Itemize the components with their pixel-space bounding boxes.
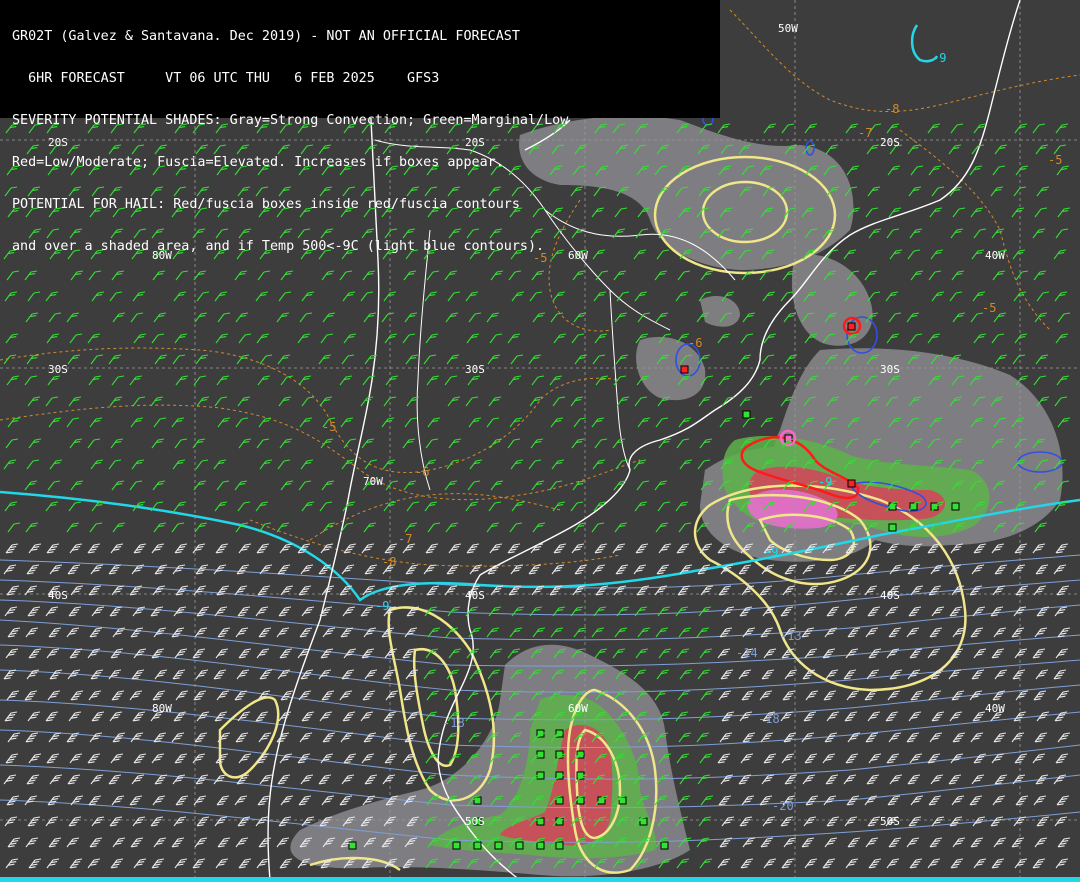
- temp-label: -5: [1048, 153, 1062, 167]
- lat-label-30s-center: 30S: [465, 363, 485, 376]
- temp-label: -9: [932, 51, 946, 65]
- lon-label-40w-north: 40W: [985, 249, 1005, 262]
- lat-label-50s-center: 50S: [465, 815, 485, 828]
- bottom-edge-bar: [0, 877, 1080, 882]
- lon-label-60w-south: 60W: [568, 702, 588, 715]
- header-line-colors: Red=Low/Moderate; Fuscia=Elevated. Incre…: [12, 156, 504, 170]
- temp-label: -18: [443, 716, 465, 730]
- lon-label-50w: 50W: [778, 22, 798, 35]
- temp-label: -20: [772, 799, 794, 813]
- temp-label: -6: [415, 465, 429, 479]
- lat-label-40s-center: 40S: [465, 589, 485, 602]
- temp-label: -7: [398, 532, 412, 546]
- temp-label: -9: [818, 475, 832, 489]
- lat-label-30s-east: 30S: [880, 363, 900, 376]
- temp-label: -8: [885, 102, 899, 116]
- header-line-severity: SEVERITY POTENTIAL SHADES: Gray=Strong C…: [12, 114, 569, 128]
- temp-label: -9: [375, 599, 389, 613]
- lon-label-80w-south: 80W: [152, 702, 172, 715]
- temp-label: -8: [382, 555, 396, 569]
- header-line-hail: POTENTIAL FOR HAIL: Red/fuscia boxes ins…: [12, 198, 520, 212]
- temp-label: -7: [858, 126, 872, 140]
- lat-label-50s-east: 50S: [880, 815, 900, 828]
- temp-label: -6: [688, 336, 702, 350]
- header-line-temp: and over a shaded area, and if Temp 500<…: [12, 240, 545, 254]
- temp-label: -9: [764, 545, 778, 559]
- temp-label: -13: [780, 629, 802, 643]
- lat-label-40s-west: 40S: [48, 589, 68, 602]
- temp-label: -5: [982, 301, 996, 315]
- forecast-header: GR02T (Galvez & Santavana. Dec 2019) - N…: [0, 0, 720, 254]
- header-line-title: GR02T (Galvez & Santavana. Dec 2019) - N…: [12, 30, 520, 44]
- lon-label-40w-south: 40W: [985, 702, 1005, 715]
- lat-label-20s-east: 20S: [880, 136, 900, 149]
- lat-label-30s-west: 30S: [48, 363, 68, 376]
- temp-label: -18: [758, 712, 780, 726]
- lat-label-40s-east: 40S: [880, 589, 900, 602]
- temp-label: -5: [322, 420, 336, 434]
- temp-label: -14: [736, 646, 758, 660]
- header-line-valid-time: 6HR FORECAST VT 06 UTC THU 6 FEB 2025 GF…: [12, 72, 440, 86]
- lon-label-70w: 70W: [363, 475, 383, 488]
